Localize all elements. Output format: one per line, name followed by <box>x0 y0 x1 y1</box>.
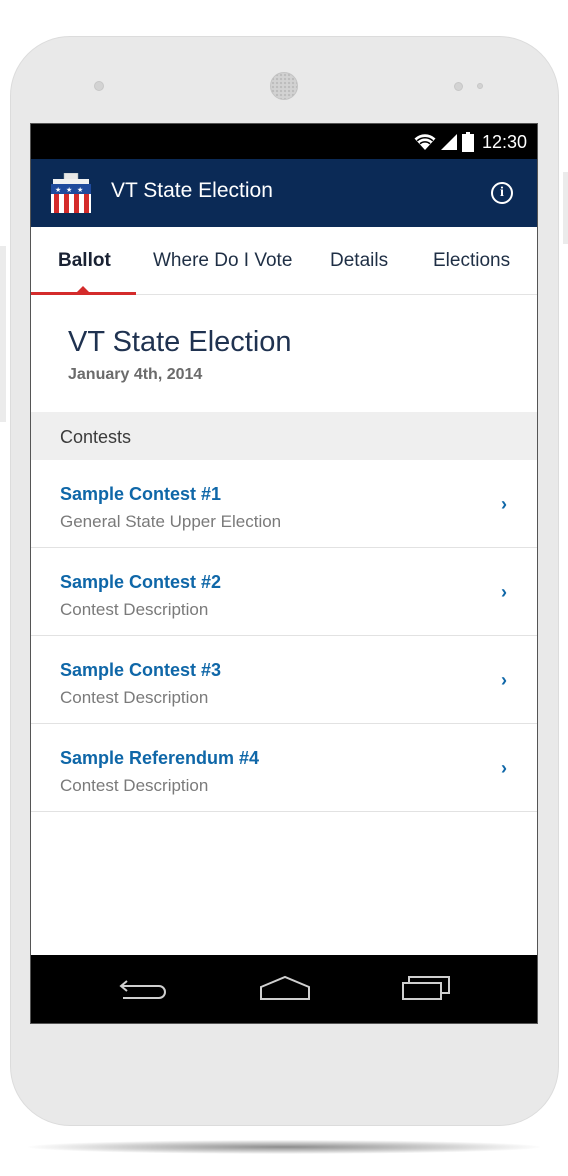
contest-item[interactable]: Sample Contest #3 Contest Description › <box>31 636 537 724</box>
app-bar: ★ ★ ★ VT State Election i <box>31 159 537 227</box>
contest-item[interactable]: Sample Referendum #4 Contest Description… <box>31 724 537 812</box>
election-header: VT State Election January 4th, 2014 <box>31 295 537 412</box>
wifi-icon <box>414 134 436 150</box>
chevron-right-icon: › <box>501 494 507 514</box>
recent-apps-icon[interactable] <box>401 973 453 1003</box>
status-time: 12:30 <box>481 131 527 152</box>
tab-ballot[interactable]: Ballot <box>58 250 111 272</box>
contest-title: Sample Contest #3 <box>60 660 222 680</box>
contest-description: Contest Description <box>60 776 209 795</box>
chevron-right-icon: › <box>501 670 507 690</box>
chevron-right-icon: › <box>501 582 507 602</box>
status-icons: 12:30 <box>414 130 527 154</box>
ballot-box-icon: ★ ★ ★ <box>51 173 91 213</box>
contest-item[interactable]: Sample Contest #2 Contest Description › <box>31 548 537 636</box>
contest-description: General State Upper Election <box>60 512 282 531</box>
info-button[interactable]: i <box>491 182 513 204</box>
system-nav-bar <box>31 955 537 1023</box>
svg-text:★: ★ <box>55 186 61 194</box>
contest-title: Sample Contest #2 <box>60 572 222 592</box>
phone-screen: 12:30 ★ ★ ★ VT State Election i Ballot W… <box>30 123 538 1024</box>
earpiece-speaker-icon <box>270 72 298 100</box>
contest-title: Sample Contest #1 <box>60 484 222 504</box>
contests-section-title: Contests <box>60 427 132 447</box>
status-bar: 12:30 <box>31 124 537 159</box>
tab-elections[interactable]: Elections <box>433 250 510 272</box>
contest-title: Sample Referendum #4 <box>60 748 260 768</box>
info-icon: i <box>500 185 504 200</box>
front-camera-icon <box>94 81 104 91</box>
contest-list: Sample Contest #1 General State Upper El… <box>31 460 537 812</box>
side-panel-left <box>0 246 6 422</box>
battery-icon <box>461 132 474 152</box>
home-icon[interactable] <box>257 973 313 1003</box>
light-sensor-icon <box>477 83 483 89</box>
signal-icon <box>440 134 457 150</box>
contest-item[interactable]: Sample Contest #1 General State Upper El… <box>31 460 537 548</box>
app-title: VT State Election <box>111 179 273 202</box>
side-panel-right <box>563 172 568 244</box>
contest-description: Contest Description <box>60 600 209 619</box>
proximity-sensor-icon <box>454 82 463 91</box>
chevron-right-icon: › <box>501 758 507 778</box>
back-icon[interactable] <box>117 973 169 1003</box>
svg-text:★: ★ <box>77 186 83 194</box>
election-title: VT State Election <box>68 326 292 358</box>
tab-details[interactable]: Details <box>330 250 388 272</box>
active-tab-caret-icon <box>77 286 89 292</box>
tab-where-do-i-vote[interactable]: Where Do I Vote <box>153 250 292 272</box>
phone-shadow <box>28 1140 540 1154</box>
contest-description: Contest Description <box>60 688 209 707</box>
contests-section-header: Contests <box>31 412 537 460</box>
tab-bar: Ballot Where Do I Vote Details Elections <box>31 227 537 295</box>
svg-text:★: ★ <box>66 186 72 194</box>
election-date: January 4th, 2014 <box>68 366 203 383</box>
